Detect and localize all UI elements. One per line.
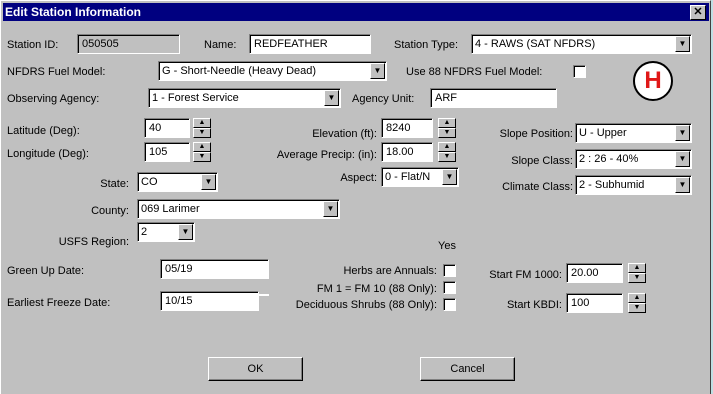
aspect-value: 0 - Flat/N [385,171,431,183]
elevation-label: Elevation (ft): [312,128,377,140]
state-select[interactable]: CO ▼ [137,172,218,192]
edit-station-dialog: Edit Station Information ✕ Station ID: 0… [0,0,711,394]
fuel-model-select[interactable]: G - Short-Needle (Heavy Dead) ▼ [158,61,387,81]
up-arrow-icon[interactable]: ▲ [628,263,646,273]
agency-unit-field[interactable]: ARF [430,88,557,108]
window-title: Edit Station Information [5,5,141,19]
chevron-down-icon[interactable]: ▼ [675,151,690,167]
chevron-down-icon[interactable]: ▼ [201,174,216,190]
start-kbdi-label: Start KBDI: [506,299,562,311]
agency-select[interactable]: 1 - Forest Service ▼ [148,88,341,108]
start-kbdi-field[interactable]: 100 [566,293,623,313]
chevron-down-icon[interactable]: ▼ [675,125,690,141]
usfs-region-label: USFS Region: [58,236,129,248]
h-badge: H [633,61,673,101]
slope-class-value: 2 : 26 - 40% [579,153,639,165]
station-id-label: Station ID: [7,39,59,51]
close-icon[interactable]: ✕ [690,5,706,20]
usfs-region-value: 2 [141,226,148,238]
down-arrow-icon[interactable]: ▼ [193,152,211,162]
usfs-region-select[interactable]: 2 ▼ [137,222,195,242]
fuel-model-label: NFDRS Fuel Model: [7,66,106,78]
elevation-spinner[interactable]: ▲ ▼ [438,118,456,138]
cancel-button[interactable]: Cancel [420,357,515,381]
herbs-label: Herbs are Annuals: [343,265,437,277]
chevron-down-icon[interactable]: ▼ [442,169,457,185]
slope-class-label: Slope Class: [511,155,573,167]
down-arrow-icon[interactable]: ▼ [438,128,456,138]
state-value: CO [141,176,158,188]
fuel-model-value: G - Short-Needle (Heavy Dead) [162,65,317,77]
green-up-label: Green Up Date: [7,265,85,277]
use88-checkbox[interactable] [573,65,586,78]
start-kbdi-spinner[interactable]: ▲ ▼ [628,293,646,313]
county-label: County: [91,205,129,217]
freeze-field[interactable]: 10/15 [160,291,259,311]
up-arrow-icon[interactable]: ▲ [438,142,456,152]
station-id-field: 050505 [77,34,180,54]
chevron-down-icon[interactable]: ▼ [370,63,385,79]
slope-position-select[interactable]: U - Upper ▼ [575,123,692,143]
county-select[interactable]: 069 Larimer ▼ [137,199,340,219]
up-arrow-icon[interactable]: ▲ [193,118,211,128]
precip-field[interactable]: 18.00 [381,142,433,162]
elevation-field[interactable]: 8240 [381,118,433,138]
start-fm1000-field[interactable]: 20.00 [566,263,623,283]
agency-label: Observing Agency: [7,93,100,105]
down-arrow-icon[interactable]: ▼ [628,273,646,283]
climate-class-value: 2 - Subhumid [579,179,645,191]
slope-class-select[interactable]: 2 : 26 - 40% ▼ [575,149,692,169]
name-label: Name: [204,39,237,51]
climate-class-label: Climate Class: [502,181,573,193]
latitude-label: Latitude (Deg): [7,125,80,137]
precip-spinner[interactable]: ▲ ▼ [438,142,456,162]
aspect-select[interactable]: 0 - Flat/N ▼ [381,167,459,187]
up-arrow-icon[interactable]: ▲ [438,118,456,128]
longitude-field[interactable]: 105 [144,142,190,162]
slope-position-label: Slope Position: [499,128,573,140]
longitude-spinner[interactable]: ▲ ▼ [193,142,211,162]
down-arrow-icon[interactable]: ▼ [438,152,456,162]
green-up-field[interactable]: 05/19 [160,259,269,279]
chevron-down-icon[interactable]: ▼ [324,90,339,106]
down-arrow-icon[interactable]: ▼ [193,128,211,138]
start-fm1000-spinner[interactable]: ▲ ▼ [628,263,646,283]
aspect-label: Aspect: [340,172,377,184]
up-arrow-icon[interactable]: ▲ [193,142,211,152]
fm1-checkbox[interactable] [443,281,456,294]
slope-position-value: U - Upper [579,127,627,139]
shrubs-checkbox[interactable] [443,298,456,311]
freeze-connector [259,294,269,296]
chevron-down-icon[interactable]: ▼ [323,201,338,217]
chevron-down-icon[interactable]: ▼ [178,224,193,240]
chevron-down-icon[interactable]: ▼ [675,177,690,193]
climate-class-select[interactable]: 2 - Subhumid ▼ [575,175,692,195]
county-value: 069 Larimer [141,203,200,215]
name-field[interactable]: REDFEATHER [249,34,371,54]
longitude-label: Longitude (Deg): [7,148,89,160]
chevron-down-icon[interactable]: ▼ [675,36,690,52]
fm1-label: FM 1 = FM 10 (88 Only): [316,283,437,295]
station-type-label: Station Type: [394,39,459,51]
ok-button[interactable]: OK [208,357,303,381]
herbs-checkbox[interactable] [443,264,456,277]
title-bar: Edit Station Information ✕ [3,3,709,21]
latitude-field[interactable]: 40 [144,118,190,138]
latitude-spinner[interactable]: ▲ ▼ [193,118,211,138]
yes-header: Yes [438,240,456,252]
precip-label: Average Precip: (in): [276,149,377,161]
up-arrow-icon[interactable]: ▲ [628,293,646,303]
agency-value: 1 - Forest Service [152,92,239,104]
station-type-select[interactable]: 4 - RAWS (SAT NFDRS) ▼ [471,34,692,54]
state-label: State: [100,178,129,190]
start-fm1000-label: Start FM 1000: [489,269,562,281]
use88-label: Use 88 NFDRS Fuel Model: [406,66,543,78]
agency-unit-label: Agency Unit: [352,93,415,105]
shrubs-label: Deciduous Shrubs (88 Only): [295,299,437,311]
freeze-label: Earliest Freeze Date: [7,297,111,309]
down-arrow-icon[interactable]: ▼ [628,303,646,313]
station-type-value: 4 - RAWS (SAT NFDRS) [475,38,596,50]
